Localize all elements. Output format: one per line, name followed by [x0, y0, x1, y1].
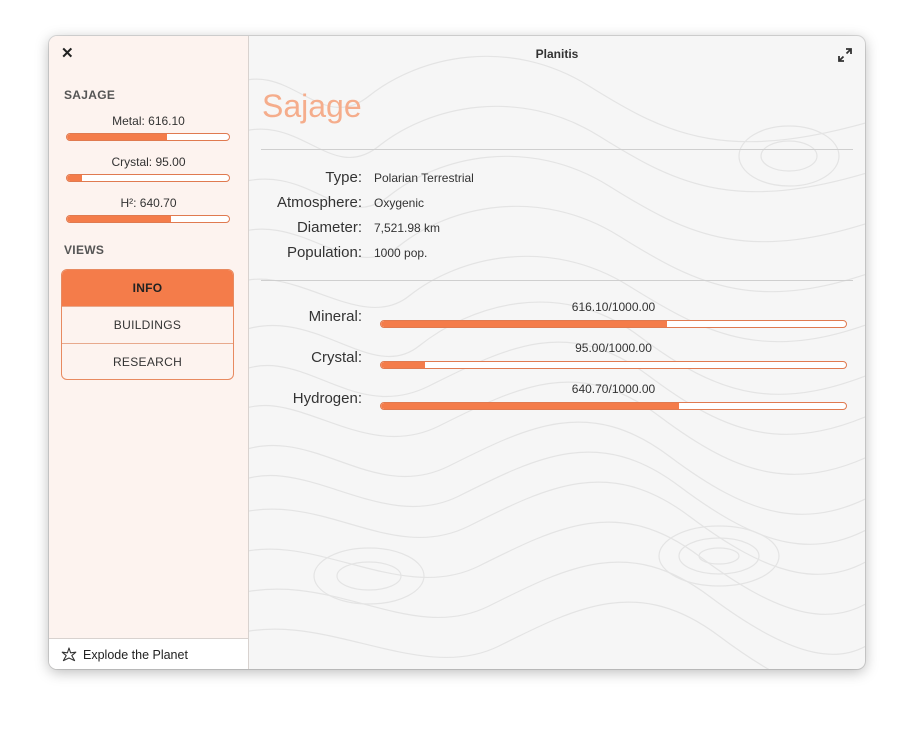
hydrogen-progress-fill [67, 216, 171, 222]
sidebar: ✕ SAJAGE Metal: 616.10 Crystal: 95.00 H²… [49, 36, 249, 669]
main-panel: Planitis Sajage Type: Polarian Terrestri… [249, 36, 865, 669]
hydrogen-progress-bar [66, 215, 230, 223]
crystal-progress-bar [66, 174, 230, 182]
population-label: Population: [286, 244, 362, 261]
views-button-group: INFO BUILDINGS RESEARCH [61, 269, 234, 380]
explode-footer: Explode the Planet [49, 638, 248, 669]
divider [261, 149, 853, 150]
crystal-resource-progress-fill [381, 362, 426, 368]
crystal-resource-label: Crystal: [311, 349, 362, 366]
crystal-resource-value: 95.00/1000.00 [575, 341, 652, 355]
hydrogen-resource-progress-fill [381, 403, 679, 409]
type-label: Type: [325, 169, 362, 186]
star-burst-icon [61, 647, 77, 662]
metal-progress-bar [66, 133, 230, 141]
mineral-value: 616.10/1000.00 [571, 300, 656, 314]
view-research-button[interactable]: RESEARCH [62, 344, 233, 379]
metal-label: Metal: 616.10 [112, 114, 185, 128]
explode-planet-button[interactable]: Explode the Planet [61, 645, 188, 665]
window-title: Planitis [535, 47, 579, 61]
mineral-progress-fill [381, 321, 668, 327]
hydrogen-resource-value: 640.70/1000.00 [571, 382, 656, 396]
crystal-progress-fill [67, 175, 83, 181]
hydrogen-resource-label: Hydrogen: [292, 390, 362, 407]
mineral-label: Mineral: [308, 308, 362, 325]
view-buildings-button[interactable]: BUILDINGS [62, 307, 233, 344]
mineral-progress-bar [380, 320, 847, 328]
diameter-value: 7,521.98 km [374, 221, 441, 235]
divider [261, 280, 853, 281]
crystal-resource-progress-bar [380, 361, 847, 369]
atmosphere-label: Atmosphere: [276, 194, 362, 211]
hydrogen-label: H²: 640.70 [120, 196, 177, 210]
diameter-label: Diameter: [296, 219, 362, 236]
hydrogen-resource-progress-bar [380, 402, 847, 410]
close-icon[interactable]: ✕ [61, 46, 75, 62]
planet-name-title: Sajage [262, 88, 362, 124]
crystal-label: Crystal: 95.00 [111, 155, 186, 169]
expand-icon[interactable] [837, 47, 853, 63]
view-info-button[interactable]: INFO [62, 270, 233, 307]
app-window: ✕ SAJAGE Metal: 616.10 Crystal: 95.00 H²… [49, 36, 865, 669]
views-heading: VIEWS [64, 243, 105, 257]
population-value: 1000 pop. [374, 246, 428, 260]
planet-heading: SAJAGE [64, 88, 116, 102]
type-value: Polarian Terrestrial [374, 171, 474, 185]
explode-label: Explode the Planet [83, 648, 188, 662]
metal-progress-fill [67, 134, 167, 140]
atmosphere-value: Oxygenic [374, 196, 425, 210]
